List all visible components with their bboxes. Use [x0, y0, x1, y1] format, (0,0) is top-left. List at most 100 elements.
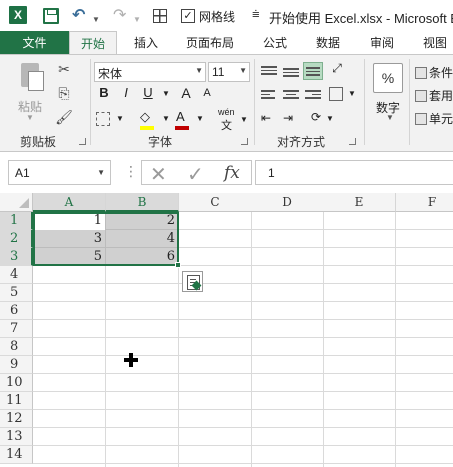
tab-formulas[interactable]: 公式	[263, 31, 287, 54]
cell-a3[interactable]: 5	[33, 248, 106, 266]
column-header-f[interactable]: F	[396, 193, 453, 212]
formula-bar: A1 ▼ ⋮ ✕ ✓ fx 1	[0, 152, 453, 193]
customize-qat-icon[interactable]: ⩧	[252, 6, 260, 22]
row-header-1[interactable]: 1	[0, 212, 33, 230]
cell-a2[interactable]: 3	[33, 230, 106, 248]
spreadsheet-grid[interactable]: A B C D E F 1 2 3 4 5 6 7 8 9 10 11 12 13 14 1 2 3 4 5 6	[0, 193, 453, 467]
redo-dropdown-icon[interactable]: ▼	[133, 10, 141, 28]
row-gridline	[33, 445, 453, 446]
formula-bar-grip-icon[interactable]: ⋮	[124, 163, 138, 180]
text-direction-dropdown-icon[interactable]: ▼	[326, 114, 334, 134]
font-launcher-icon[interactable]	[241, 138, 248, 145]
insert-function-icon[interactable]: fx	[224, 163, 240, 183]
font-name-select[interactable]: 宋体 ▼	[94, 62, 206, 82]
column-header-c[interactable]: C	[179, 193, 252, 212]
name-box[interactable]: A1 ▼	[8, 160, 111, 185]
row-header-2[interactable]: 2	[0, 230, 33, 248]
tab-file[interactable]: 文件	[0, 31, 69, 54]
italic-button[interactable]: I	[117, 85, 135, 105]
number-dropdown-icon[interactable]: ▼	[386, 113, 394, 122]
paste-dropdown-icon[interactable]: ▼	[26, 113, 34, 122]
align-right-icon[interactable]	[305, 88, 321, 102]
enter-icon[interactable]: ✓	[187, 162, 204, 187]
cell-b1[interactable]: 2	[106, 212, 179, 230]
orientation-icon[interactable]: ⤢	[328, 61, 346, 81]
quick-analysis-icon[interactable]	[182, 271, 203, 292]
fill-handle[interactable]	[175, 262, 181, 268]
underline-dropdown-icon[interactable]: ▼	[157, 89, 175, 109]
row-header-14[interactable]: 14	[0, 446, 33, 464]
align-left-icon[interactable]	[261, 88, 277, 102]
cancel-icon[interactable]: ✕	[150, 162, 167, 187]
format-as-table-button[interactable]: 套用	[415, 87, 453, 104]
font-color-dropdown-icon[interactable]: ▼	[196, 114, 204, 134]
select-all-button[interactable]	[0, 193, 33, 212]
row-header-6[interactable]: 6	[0, 302, 33, 320]
cell-b2[interactable]: 4	[106, 230, 179, 248]
column-header-a[interactable]: A	[33, 193, 106, 212]
format-painter-icon[interactable]: 🖌	[53, 109, 75, 129]
bold-button[interactable]: B	[95, 85, 113, 105]
row-header-7[interactable]: 7	[0, 320, 33, 338]
row-header-4[interactable]: 4	[0, 266, 33, 284]
row-header-5[interactable]: 5	[0, 284, 33, 302]
phonetic-dropdown-icon[interactable]: ▼	[240, 115, 248, 135]
redo-icon[interactable]: ↷	[113, 6, 126, 24]
decrease-font-button[interactable]: A	[198, 87, 216, 107]
conditional-formatting-icon	[415, 67, 427, 79]
formula-input[interactable]: 1	[255, 160, 453, 185]
bottom-align-icon[interactable]	[303, 62, 323, 80]
cell-styles-button[interactable]: 单元	[415, 110, 453, 127]
borders-icon[interactable]	[96, 112, 110, 126]
gridlines-icon[interactable]	[153, 9, 167, 23]
row-header-8[interactable]: 8	[0, 338, 33, 356]
column-header-e[interactable]: E	[323, 193, 396, 212]
font-size-select[interactable]: 11 ▼	[208, 62, 250, 82]
align-center-icon[interactable]	[283, 88, 299, 102]
tab-insert[interactable]: 插入	[134, 31, 158, 54]
cell-styles-icon	[415, 113, 427, 125]
copy-icon[interactable]: ⎘	[53, 85, 75, 105]
cell-b3[interactable]: 6	[106, 248, 179, 266]
merge-dropdown-icon[interactable]: ▼	[348, 89, 356, 109]
save-icon[interactable]	[43, 8, 59, 24]
excel-logo-icon[interactable]: X	[9, 6, 27, 24]
row-header-13[interactable]: 13	[0, 428, 33, 446]
row-header-12[interactable]: 12	[0, 410, 33, 428]
decrease-indent-icon[interactable]: ⇤	[261, 111, 271, 131]
cell-a1[interactable]: 1	[33, 212, 106, 230]
fill-color-dropdown-icon[interactable]: ▼	[162, 114, 170, 134]
row-header-10[interactable]: 10	[0, 374, 33, 392]
underline-button[interactable]: U	[139, 85, 157, 105]
increase-indent-icon[interactable]: ⇥	[283, 111, 293, 131]
clipboard-launcher-icon[interactable]	[79, 138, 86, 145]
text-direction-icon[interactable]: ⟳	[311, 110, 321, 130]
paste-icon[interactable]	[16, 63, 44, 93]
undo-dropdown-icon[interactable]: ▼	[92, 10, 100, 28]
row-header-11[interactable]: 11	[0, 392, 33, 410]
increase-font-button[interactable]: A	[177, 85, 195, 105]
tab-data[interactable]: 数据	[316, 31, 340, 54]
tab-review[interactable]: 审阅	[370, 31, 394, 54]
row-header-3[interactable]: 3	[0, 248, 33, 266]
tab-home[interactable]: 开始	[69, 31, 117, 54]
number-format-icon[interactable]: %	[373, 63, 403, 93]
conditional-formatting-button[interactable]: 条件	[415, 64, 453, 81]
row-header-9[interactable]: 9	[0, 356, 33, 374]
window-title: 开始使用 Excel.xlsx - Microsoft E	[269, 11, 453, 26]
fill-color-swatch	[140, 126, 154, 130]
alignment-launcher-icon[interactable]	[349, 138, 356, 145]
cut-icon[interactable]: ✂	[53, 61, 75, 81]
wrap-text-icon[interactable]	[329, 87, 343, 101]
middle-align-icon[interactable]	[283, 66, 299, 80]
column-header-d[interactable]: D	[251, 193, 324, 212]
row-gridline	[33, 427, 453, 428]
gridlines-checkbox[interactable]: ✓	[181, 9, 195, 23]
undo-icon[interactable]: ↶	[72, 6, 85, 24]
column-header-b[interactable]: B	[106, 193, 179, 212]
top-align-icon[interactable]	[261, 64, 277, 78]
column-gridline	[251, 212, 252, 467]
tab-page-layout[interactable]: 页面布局	[186, 31, 234, 54]
borders-dropdown-icon[interactable]: ▼	[116, 114, 124, 134]
tab-view[interactable]: 视图	[423, 31, 447, 54]
